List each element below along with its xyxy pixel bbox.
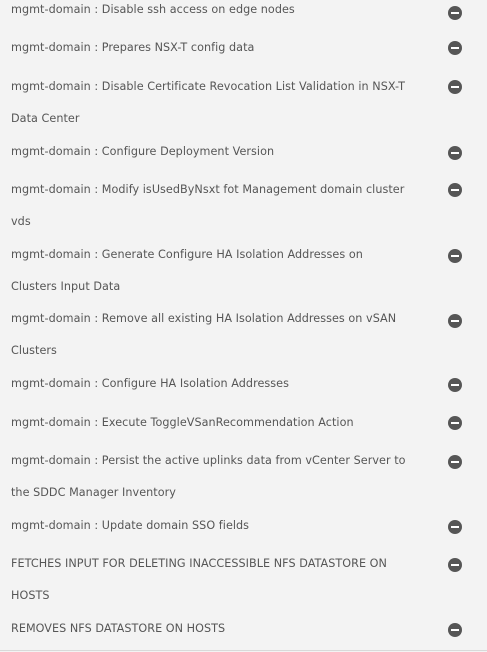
task-label: mgmt-domain : Remove all existing HA Iso…	[11, 312, 397, 357]
minus-circle-icon[interactable]	[448, 623, 462, 637]
task-label: mgmt-domain : Disable Certificate Revoca…	[11, 80, 405, 125]
task-label: REMOVES NFS DATASTORE ON HOSTS	[11, 622, 226, 635]
task-list: mgmt-domain : Disable ssh access on edge…	[0, 0, 487, 652]
minus-circle-icon[interactable]	[448, 41, 462, 55]
minus-circle-icon[interactable]	[448, 416, 462, 430]
minus-circle-icon[interactable]	[448, 146, 462, 160]
minus-circle-icon[interactable]	[448, 80, 462, 94]
task-label: mgmt-domain : Update domain SSO fields	[11, 519, 250, 532]
minus-circle-icon[interactable]	[448, 249, 462, 263]
divider	[0, 650, 487, 651]
minus-circle-icon[interactable]	[448, 6, 462, 20]
task-label: mgmt-domain : Configure HA Isolation Add…	[11, 377, 289, 390]
task-label: mgmt-domain : Execute ToggleVSanRecommen…	[11, 416, 354, 429]
task-label: mgmt-domain : Generate Configure HA Isol…	[11, 248, 363, 293]
task-label: mgmt-domain : Disable ssh access on edge…	[11, 3, 295, 16]
task-label: mgmt-domain : Persist the active uplinks…	[11, 454, 406, 499]
minus-circle-icon[interactable]	[448, 183, 462, 197]
task-label: mgmt-domain : Prepares NSX-T config data	[11, 41, 255, 54]
task-label: mgmt-domain : Configure Deployment Versi…	[11, 145, 275, 158]
minus-circle-icon[interactable]	[448, 455, 462, 469]
task-label: mgmt-domain : Modify isUsedByNsxt fot Ma…	[11, 183, 405, 228]
minus-circle-icon[interactable]	[448, 378, 462, 392]
minus-circle-icon[interactable]	[448, 558, 462, 572]
minus-circle-icon[interactable]	[448, 520, 462, 534]
task-label: FETCHES INPUT FOR DELETING INACCESSIBLE …	[11, 557, 387, 602]
minus-circle-icon[interactable]	[448, 314, 462, 328]
